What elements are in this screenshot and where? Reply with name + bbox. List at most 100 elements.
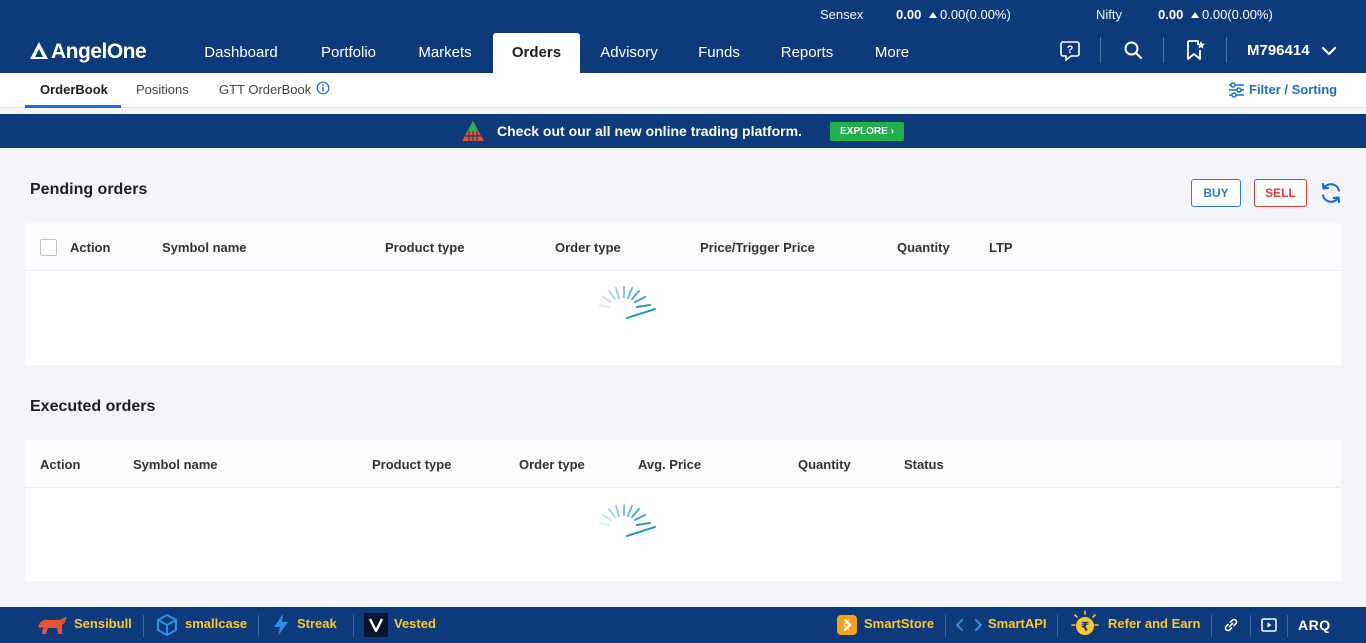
pending-orders-table: Action Symbol name Product type Order ty…: [25, 223, 1341, 365]
streak-label: Streak: [297, 616, 337, 631]
orders-subtabs: OrderBook Positions GTT OrderBook Filter…: [0, 73, 1366, 108]
explore-button[interactable]: EXPLORE ›: [830, 122, 904, 141]
refer-earn-link[interactable]: ₹ Refer and Earn: [1068, 607, 1200, 643]
nifty-label: Nifty: [1096, 7, 1122, 22]
col-symbol-name: Symbol name: [133, 457, 218, 472]
nifty-value: 0.00: [1158, 7, 1184, 22]
smartapi-label: SmartAPI: [988, 616, 1047, 631]
smallcase-link[interactable]: smallcase: [155, 607, 247, 643]
watchlist-star-icon[interactable]: [1184, 39, 1206, 61]
tab-gtt-orderbook[interactable]: GTT OrderBook: [219, 82, 311, 97]
logo-text: AngelOne: [51, 40, 147, 63]
footer-divider: [1057, 615, 1058, 637]
help-icon[interactable]: ?: [1059, 39, 1081, 61]
smartapi-link[interactable]: SmartAPI: [955, 607, 1047, 643]
smallcase-cube-icon: [157, 613, 177, 636]
refresh-icon[interactable]: [1319, 181, 1343, 205]
pyramid-logo-icon: [462, 121, 484, 141]
info-icon[interactable]: [316, 81, 330, 95]
nifty-change-text: 0.00(0.00%): [1202, 7, 1273, 22]
filter-sliders-icon: [1229, 82, 1244, 98]
refer-earn-label: Refer and Earn: [1108, 616, 1201, 631]
vested-label: Vested: [394, 616, 436, 631]
col-avg-price: Avg. Price: [638, 457, 702, 472]
col-symbol-name: Symbol name: [162, 240, 247, 255]
active-tab-indicator: [25, 105, 121, 108]
main-navbar: AngelOne Dashboard Portfolio Markets Ord…: [0, 28, 1366, 73]
footer-divider: [143, 615, 144, 637]
executed-orders-title: Executed orders: [30, 398, 156, 415]
svg-text:?: ?: [1067, 44, 1074, 56]
col-price-trigger: Price/Trigger Price: [700, 240, 815, 255]
pending-orders-header: Action Symbol name Product type Order ty…: [25, 223, 1341, 271]
sensibull-label: Sensibull: [74, 616, 132, 631]
explore-label: EXPLORE: [840, 126, 888, 137]
footer-divider: [258, 615, 259, 637]
chevron-down-icon[interactable]: [1320, 42, 1338, 60]
link-icon[interactable]: [1222, 616, 1240, 634]
sell-button[interactable]: SELL: [1254, 179, 1307, 207]
nav-orders[interactable]: Orders: [493, 33, 580, 73]
filter-sorting-label: Filter / Sorting: [1249, 82, 1338, 97]
up-arrow-icon: [929, 12, 937, 19]
arq-brand: ARQ: [1298, 617, 1331, 633]
footer-divider: [945, 615, 946, 637]
sensex-value: 0.00: [896, 7, 922, 22]
vested-link[interactable]: Vested: [364, 607, 436, 643]
sensex-change-text: 0.00(0.00%): [940, 7, 1011, 22]
code-brackets-icon: [955, 618, 983, 631]
nav-divider: [1226, 37, 1227, 63]
smallcase-label: smallcase: [185, 616, 248, 631]
smartstore-link[interactable]: SmartStore: [836, 607, 934, 643]
vested-logo-icon: [364, 612, 388, 637]
tab-orderbook[interactable]: OrderBook: [40, 82, 108, 97]
promo-banner: Check out our all new online trading pla…: [0, 114, 1366, 148]
nav-advisory[interactable]: Advisory: [588, 33, 670, 73]
col-quantity: Quantity: [798, 457, 851, 472]
executed-orders-table: Action Symbol name Product type Order ty…: [25, 440, 1341, 581]
col-order-type: Order type: [519, 457, 585, 472]
col-product-type: Product type: [385, 240, 465, 255]
partner-footer: Sensibull smallcase Streak Vested SmartS…: [0, 607, 1366, 643]
sensibull-bull-icon: [38, 615, 67, 634]
nav-dashboard[interactable]: Dashboard: [189, 33, 293, 73]
select-all-checkbox[interactable]: [40, 239, 57, 256]
nav-divider: [1100, 37, 1101, 63]
search-icon[interactable]: [1122, 39, 1144, 61]
nav-reports[interactable]: Reports: [767, 33, 847, 73]
angelone-logo-icon: [30, 42, 48, 59]
col-status: Status: [904, 457, 944, 472]
nav-markets[interactable]: Markets: [405, 33, 485, 73]
footer-divider: [1287, 615, 1288, 637]
nav-more[interactable]: More: [862, 33, 922, 73]
footer-divider: [353, 615, 354, 637]
streak-bolt-icon: [274, 613, 288, 636]
pending-orders-title: Pending orders: [30, 181, 148, 198]
nav-divider: [1163, 37, 1164, 63]
angelone-logo[interactable]: AngelOne: [30, 40, 147, 64]
nav-funds[interactable]: Funds: [685, 33, 753, 73]
footer-divider: [1250, 615, 1251, 637]
video-play-icon[interactable]: [1260, 616, 1278, 634]
footer-divider: [1211, 615, 1212, 637]
sensibull-link[interactable]: Sensibull: [36, 607, 132, 643]
col-action: Action: [40, 457, 81, 472]
up-arrow-icon: [1191, 12, 1199, 19]
loading-spinner-icon: [599, 286, 656, 319]
nav-portfolio[interactable]: Portfolio: [305, 33, 392, 73]
col-order-type: Order type: [555, 240, 621, 255]
user-id[interactable]: M796414: [1247, 42, 1310, 59]
nifty-change: 0.00(0.00%): [1187, 7, 1273, 22]
loading-spinner-icon: [599, 504, 656, 537]
filter-sorting-button[interactable]: Filter / Sorting: [1228, 82, 1337, 98]
tab-positions[interactable]: Positions: [136, 82, 189, 97]
executed-orders-header: Action Symbol name Product type Order ty…: [25, 440, 1341, 488]
smartstore-icon: [837, 614, 857, 635]
col-action: Action: [70, 240, 111, 255]
svg-text:₹: ₹: [1081, 619, 1089, 633]
sensex-change: 0.00(0.00%): [925, 7, 1011, 22]
market-ticker: Sensex 0.00 0.00(0.00%) Nifty 0.00 0.00(…: [0, 0, 1366, 28]
streak-link[interactable]: Streak: [271, 607, 337, 643]
buy-button[interactable]: BUY: [1191, 179, 1241, 207]
sensex-label: Sensex: [820, 7, 864, 22]
